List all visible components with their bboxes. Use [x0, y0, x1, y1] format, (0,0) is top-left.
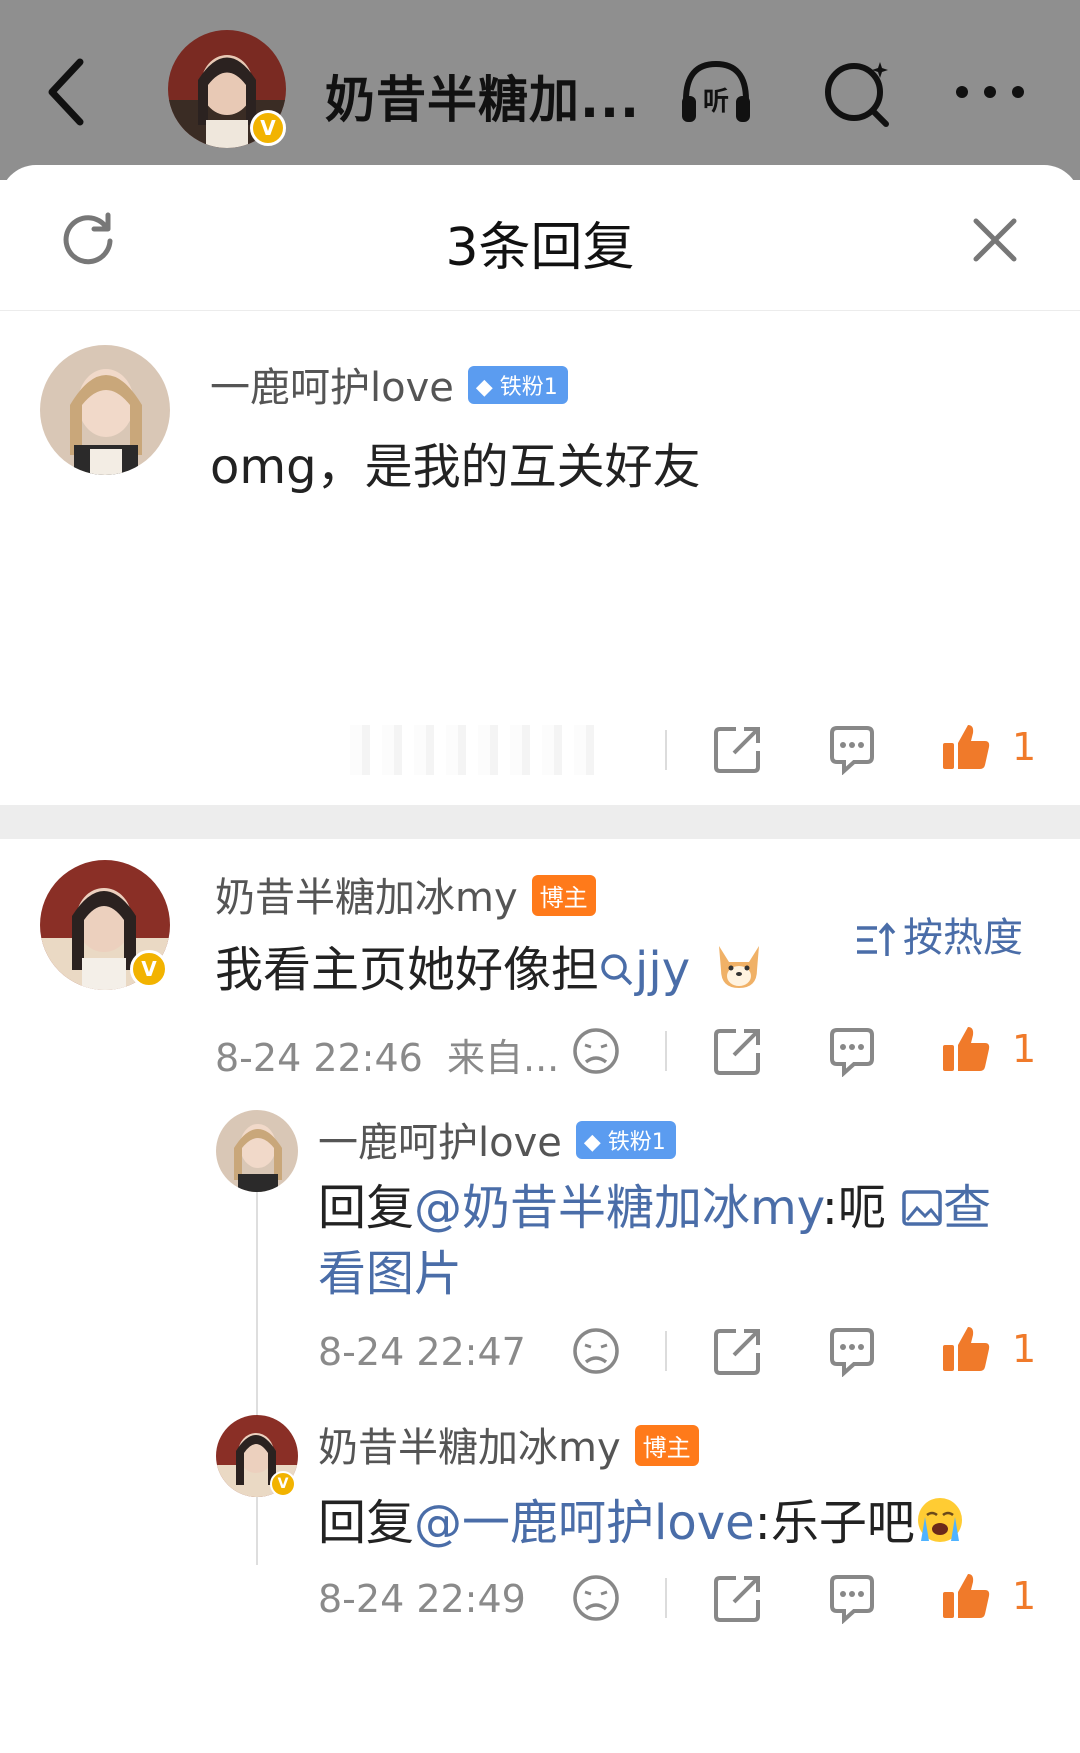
more-options-icon[interactable] — [950, 52, 1030, 132]
sort-by-hot-button[interactable]: 按热度 — [855, 905, 1023, 963]
comment-author[interactable]: 奶昔半糖加冰my 博主 — [215, 865, 596, 923]
back-arrow-icon[interactable] — [42, 52, 92, 132]
blogger-badge: 博主 — [531, 874, 596, 916]
blogger-badge: 博主 — [634, 1424, 699, 1466]
like-count: 1 — [1012, 725, 1037, 769]
comment-icon[interactable] — [826, 723, 878, 775]
comment-text: 我看主页她好像担 jjy — [215, 930, 765, 1000]
comment-author[interactable]: 一鹿呵护love ◆ 铁粉1 — [210, 355, 568, 413]
divider — [665, 1331, 667, 1371]
comment-text: 回复@奶昔半糖加冰my:呃 查 看图片 — [318, 1180, 992, 1302]
verified-badge-icon: V — [250, 110, 286, 146]
share-icon[interactable] — [712, 723, 764, 775]
close-icon[interactable] — [970, 215, 1020, 265]
blogger-name-title: 奶昔半糖加... — [325, 71, 640, 129]
crying-emoji-icon — [917, 1498, 962, 1542]
topic-link[interactable]: jjy — [599, 942, 690, 998]
sheet-header: 3条回复 — [0, 165, 1080, 311]
share-icon[interactable] — [712, 1572, 764, 1624]
fan-level-badge: ◆ 铁粉1 — [467, 366, 568, 404]
mention-link[interactable]: @奶昔半糖加冰my — [414, 1180, 822, 1236]
search-icon[interactable] — [818, 52, 898, 132]
comment-text: 回复@一鹿呵护love:乐子吧 — [318, 1483, 965, 1553]
username[interactable]: 一鹿呵护love — [318, 1120, 562, 1166]
profile-header: V 奶昔半糖加... 听 — [0, 0, 1080, 180]
like-count: 1 — [1012, 1327, 1037, 1371]
view-image-link[interactable]: 查 — [901, 1180, 991, 1236]
verified-badge-icon: V — [130, 950, 168, 988]
like-count: 1 — [1012, 1574, 1037, 1618]
sort-icon — [857, 922, 896, 956]
timestamp: 8-24 22:49 — [318, 1577, 526, 1621]
avatar[interactable] — [216, 1110, 298, 1192]
share-icon[interactable] — [712, 1025, 764, 1077]
like-thumb-icon[interactable] — [940, 1323, 992, 1375]
image-icon — [902, 1190, 942, 1226]
comment-author[interactable]: 一鹿呵护love ◆ 铁粉1 — [318, 1110, 676, 1168]
divider — [665, 730, 667, 770]
svg-text:听: 听 — [703, 87, 729, 117]
dislike-face-icon[interactable] — [570, 1325, 622, 1377]
search-icon — [601, 954, 633, 986]
listen-headphones-icon[interactable]: 听 — [676, 52, 756, 132]
thread-line — [256, 1170, 258, 1565]
comment-meta: 8-24 22:46 来自... — [215, 1027, 559, 1082]
timestamp: 8-24 22:46 — [215, 1036, 423, 1080]
replies-sheet: 3条回复 一鹿呵护love ◆ 铁粉1 omg，是我的互关好友 1 按热度 V … — [0, 165, 1080, 1753]
dislike-face-icon[interactable] — [570, 1572, 622, 1624]
mention-link[interactable]: @一鹿呵护love — [414, 1495, 755, 1551]
sheet-title: 3条回复 — [445, 218, 635, 278]
dog-emoji-icon — [719, 946, 760, 988]
timestamp: 8-24 22:47 — [318, 1330, 526, 1374]
username[interactable]: 奶昔半糖加冰my — [215, 875, 518, 921]
username[interactable]: 奶昔半糖加冰my — [318, 1425, 621, 1471]
sort-label: 按热度 — [903, 915, 1023, 961]
like-thumb-icon[interactable] — [940, 1023, 992, 1075]
comment-author[interactable]: 奶昔半糖加冰my 博主 — [318, 1415, 699, 1473]
comment-icon[interactable] — [826, 1572, 878, 1624]
view-image-link[interactable]: 看图片 — [318, 1246, 462, 1302]
blurred-meta — [350, 725, 600, 775]
divider — [665, 1031, 667, 1071]
section-separator — [0, 805, 1080, 839]
like-count: 1 — [1012, 1027, 1037, 1071]
divider — [665, 1578, 667, 1618]
comment-icon[interactable] — [826, 1325, 878, 1377]
comment-icon[interactable] — [826, 1025, 878, 1077]
comment-text: omg，是我的互关好友 — [210, 439, 701, 495]
fan-level-badge: ◆ 铁粉1 — [575, 1121, 676, 1159]
verified-badge-icon: V — [270, 1471, 296, 1497]
username[interactable]: 一鹿呵护love — [210, 365, 454, 411]
like-thumb-icon[interactable] — [940, 721, 992, 773]
dislike-face-icon[interactable] — [570, 1025, 622, 1077]
like-thumb-icon[interactable] — [940, 1570, 992, 1622]
share-icon[interactable] — [712, 1325, 764, 1377]
avatar[interactable] — [40, 345, 170, 475]
source-text: 来自... — [447, 1036, 560, 1080]
